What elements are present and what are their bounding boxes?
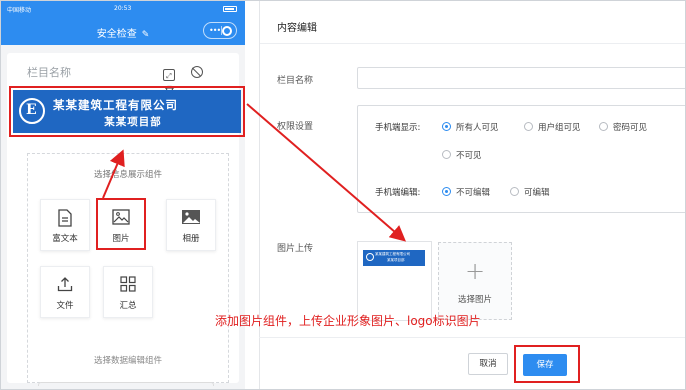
mobile-display-label: 手机端显示:	[375, 123, 421, 133]
tile-gallery[interactable]: 相册	[166, 199, 216, 251]
expand-icon[interactable]: ⤢	[163, 69, 175, 81]
thumbnail-preview: 某某建筑工程有限公司 某某项目部	[363, 250, 425, 266]
image-upload-label: 图片上传	[277, 244, 314, 254]
picker-next-item	[38, 382, 214, 386]
column-name-placeholder[interactable]: 栏目名称	[27, 64, 71, 80]
grid-icon	[104, 276, 152, 294]
mini-program-capsule: •••	[203, 22, 237, 39]
permission-box: 手机端显示: 所有人可见 用户组可见 密码可见 不可见 手机端编辑: 不可编辑 …	[357, 105, 685, 213]
picker-title: 选择信息展示组件	[93, 170, 162, 180]
content-edit-panel: 内容编辑 栏目名称 权限设置 手机端显示: 所有人可见 用户组可见 密码可见 不…	[259, 1, 685, 389]
radio-display-hidden[interactable]: 不可见	[442, 149, 482, 161]
column-name-label: 栏目名称	[277, 76, 314, 86]
radio-label: 用户组可见	[538, 123, 581, 133]
pencil-icon[interactable]: ✎	[142, 30, 150, 40]
cancel-button[interactable]: 取消	[468, 353, 508, 375]
radio-dot	[442, 187, 451, 196]
mobile-edit-label: 手机端编辑:	[375, 188, 421, 198]
more-dots-icon[interactable]: •••	[209, 26, 221, 35]
radio-dot	[442, 122, 451, 131]
phone-preview: 中国移动 20:53 安全检查 ✎ ••• 栏目名称 ⤢ E 某某建筑工程有限公…	[1, 1, 245, 389]
tile-label: 富文本	[52, 234, 78, 244]
tile-label: 汇总	[119, 301, 137, 311]
app-window: 中国移动 20:53 安全检查 ✎ ••• 栏目名称 ⤢ E 某某建筑工程有限公…	[0, 0, 686, 390]
save-highlight: 保存	[514, 345, 580, 383]
panel-divider	[260, 43, 685, 44]
company-logo	[19, 98, 45, 124]
thumbnail-project: 某某项目部	[387, 258, 405, 262]
column-name-input[interactable]	[357, 67, 685, 89]
radio-edit-no[interactable]: 不可编辑	[442, 186, 490, 198]
tile-summary[interactable]: 汇总	[103, 266, 153, 318]
panel-title: 内容编辑	[277, 23, 317, 34]
status-bar: 中国移动 20:53	[1, 1, 245, 17]
column-card: 栏目名称 ⤢ 某某建筑工程有限公司 某某项目部 选择信息展示组件	[7, 53, 245, 386]
battery-icon	[223, 6, 237, 12]
tile-file[interactable]: 文件	[40, 266, 90, 318]
radio-display-password[interactable]: 密码可见	[599, 121, 647, 133]
tile-label: 相册	[182, 234, 200, 244]
annotation-text: 添加图片组件，上传企业形象图片、logo标识图片	[215, 314, 481, 328]
plus-icon: +	[464, 257, 486, 285]
footer-divider	[259, 337, 685, 338]
permission-label: 权限设置	[277, 122, 314, 132]
select-image-label: 选择图片	[457, 295, 492, 305]
tile-rich-text[interactable]: 富文本	[40, 199, 90, 251]
save-button[interactable]: 保存	[523, 354, 567, 376]
tile-label: 文件	[56, 301, 74, 311]
radio-edit-yes[interactable]: 可编辑	[510, 186, 550, 198]
uploaded-image-thumbnail[interactable]: 某某建筑工程有限公司 某某项目部	[357, 241, 432, 321]
picker-title-data: 选择数据编辑组件	[93, 356, 162, 366]
ban-icon[interactable]	[191, 66, 204, 78]
radio-label: 可编辑	[524, 188, 550, 198]
radio-dot	[442, 150, 451, 159]
document-icon	[41, 209, 89, 227]
banner-highlight: 某某建筑工程有限公司 某某项目部	[9, 86, 245, 137]
select-image-button[interactable]: + 选择图片	[438, 242, 512, 320]
radio-label: 所有人可见	[456, 123, 499, 133]
banner-company-name: 某某建筑工程有限公司	[53, 98, 178, 112]
radio-display-everyone[interactable]: 所有人可见	[442, 121, 499, 133]
radio-label: 密码可见	[613, 123, 648, 133]
circle-close-icon[interactable]	[222, 26, 232, 36]
thumbnail-company: 某某建筑工程有限公司	[375, 252, 410, 256]
radio-dot	[510, 187, 519, 196]
status-time: 20:53	[114, 5, 132, 12]
radio-dot	[524, 122, 533, 131]
radio-label: 不可见	[456, 151, 482, 161]
nav-title-text: 安全检查	[96, 29, 137, 40]
radio-display-group[interactable]: 用户组可见	[524, 121, 581, 133]
tile-label: 图片	[112, 234, 130, 244]
upload-icon	[41, 276, 89, 294]
component-picker: 选择信息展示组件 富文本 图片 相册 文件 汇总 选择数据编辑组件	[27, 153, 229, 386]
gallery-icon	[167, 209, 215, 227]
carrier-label: 中国移动	[7, 7, 32, 14]
tile-image[interactable]: 图片	[96, 198, 146, 250]
nav-bar: 安全检查 ✎ •••	[1, 17, 245, 45]
radio-label: 不可编辑	[456, 188, 491, 198]
image-icon	[98, 209, 144, 227]
thumbnail-logo	[366, 253, 374, 261]
radio-dot	[599, 122, 608, 131]
banner-project-name: 某某项目部	[104, 116, 162, 128]
banner-image[interactable]: 某某建筑工程有限公司 某某项目部	[13, 90, 241, 133]
